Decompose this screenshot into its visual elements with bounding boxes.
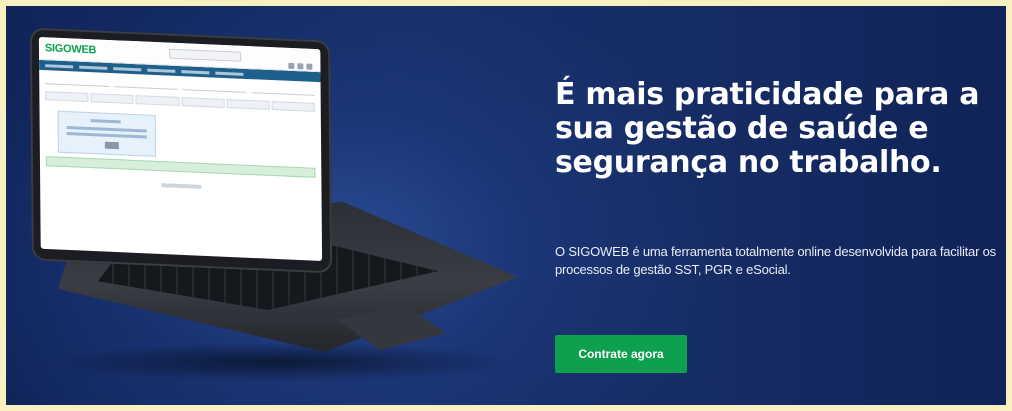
laptop-lid: SIGOWEB (29, 27, 333, 274)
hero-content: É mais praticidade para a sua gestão de … (555, 77, 1001, 373)
laptop-illustration: SIGOWEB (6, 6, 546, 405)
app-alert-bar (45, 156, 316, 178)
hero-description: O SIGOWEB é uma ferramenta totalmente on… (555, 244, 996, 277)
laptop-screen: SIGOWEB (38, 36, 323, 262)
hero-banner: SIGOWEB É mais praticidade para a sua ge… (6, 6, 1006, 405)
app-header-icons (285, 54, 313, 74)
app-logo: SIGOWEB (45, 42, 96, 56)
app-dialog (57, 110, 157, 157)
hero-headline: É mais praticidade para a sua gestão de … (555, 77, 980, 180)
app-search-box (169, 48, 242, 62)
app-footer-text (160, 183, 201, 189)
app-logo-text: SIGOWEB (44, 42, 97, 57)
laptop-shadow (46, 342, 516, 382)
contrate-agora-button[interactable]: Contrate agora (555, 335, 687, 373)
